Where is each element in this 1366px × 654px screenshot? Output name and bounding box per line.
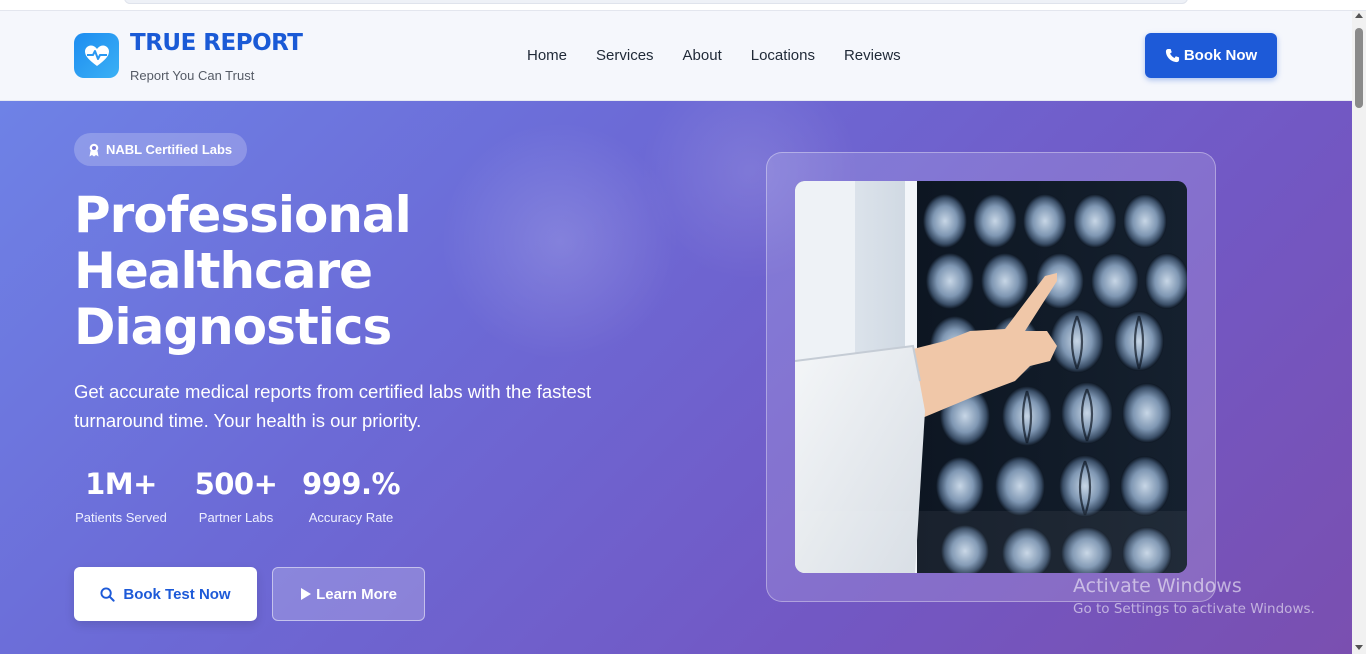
scroll-up-icon[interactable] (1355, 13, 1363, 18)
stat-value: 500+ (194, 467, 278, 501)
watermark-title: Activate Windows (1073, 575, 1242, 597)
nav-about[interactable]: About (683, 47, 722, 64)
scroll-down-icon[interactable] (1355, 645, 1363, 650)
hero-image-frame (766, 152, 1216, 602)
book-test-label: Book Test Now (123, 585, 231, 603)
headline-line: Professional (74, 186, 412, 244)
search-icon (100, 586, 115, 602)
mri-illustration (795, 181, 1187, 573)
nav-services[interactable]: Services (596, 47, 654, 64)
mri-scan-image (795, 181, 1187, 573)
certification-badge: NABL Certified Labs (74, 133, 248, 166)
book-now-button[interactable]: Book Now (1145, 33, 1277, 78)
hero-headline: Professional Healthcare Diagnostics (74, 187, 594, 355)
learn-more-label: Learn More (316, 585, 397, 603)
watermark-subtitle: Go to Settings to activate Windows. (1073, 601, 1315, 617)
learn-more-button[interactable]: Learn More (272, 567, 425, 621)
stat-labs: 500+ Partner Labs (194, 467, 278, 525)
browser-top-strip (0, 0, 1366, 11)
hero-section: NABL Certified Labs Professional Healthc… (0, 101, 1352, 654)
heart-pulse-icon (84, 45, 109, 66)
site-header: TRUE REPORT Report You Can Trust Home Se… (0, 11, 1352, 101)
stat-value: 1M+ (85, 467, 157, 501)
vertical-scrollbar[interactable] (1352, 11, 1366, 654)
stat-accuracy: 999.% Accuracy Rate (301, 467, 401, 525)
phone-icon (1165, 48, 1179, 63)
logo[interactable] (74, 33, 119, 78)
badge-label: NABL Certified Labs (106, 142, 233, 157)
scrollbar-thumb[interactable] (1355, 28, 1363, 108)
hero-description: Get accurate medical reports from certif… (74, 381, 592, 431)
award-icon (89, 143, 99, 156)
nav-home[interactable]: Home (527, 47, 567, 64)
book-test-button[interactable]: Book Test Now (74, 567, 257, 621)
play-icon (301, 588, 312, 600)
headline-line: Diagnostics (74, 298, 392, 356)
headline-line: Healthcare (74, 242, 373, 300)
nav-reviews[interactable]: Reviews (844, 47, 901, 64)
stat-patients: 1M+ Patients Served (74, 467, 168, 525)
windows-activation-watermark: Activate Windows Go to Settings to activ… (1073, 575, 1315, 617)
book-now-label: Book Now (1183, 47, 1258, 64)
brand-title[interactable]: TRUE REPORT (130, 30, 303, 56)
brand-tagline: Report You Can Trust (130, 68, 255, 83)
main-nav: Home Services About Locations Reviews (527, 47, 930, 64)
address-bar-edge (124, 0, 1188, 4)
stat-value: 999.% (301, 467, 401, 501)
stat-label: Patients Served (75, 510, 167, 525)
nav-locations[interactable]: Locations (751, 47, 815, 64)
stat-label: Partner Labs (198, 510, 274, 525)
stat-label: Accuracy Rate (308, 510, 394, 525)
